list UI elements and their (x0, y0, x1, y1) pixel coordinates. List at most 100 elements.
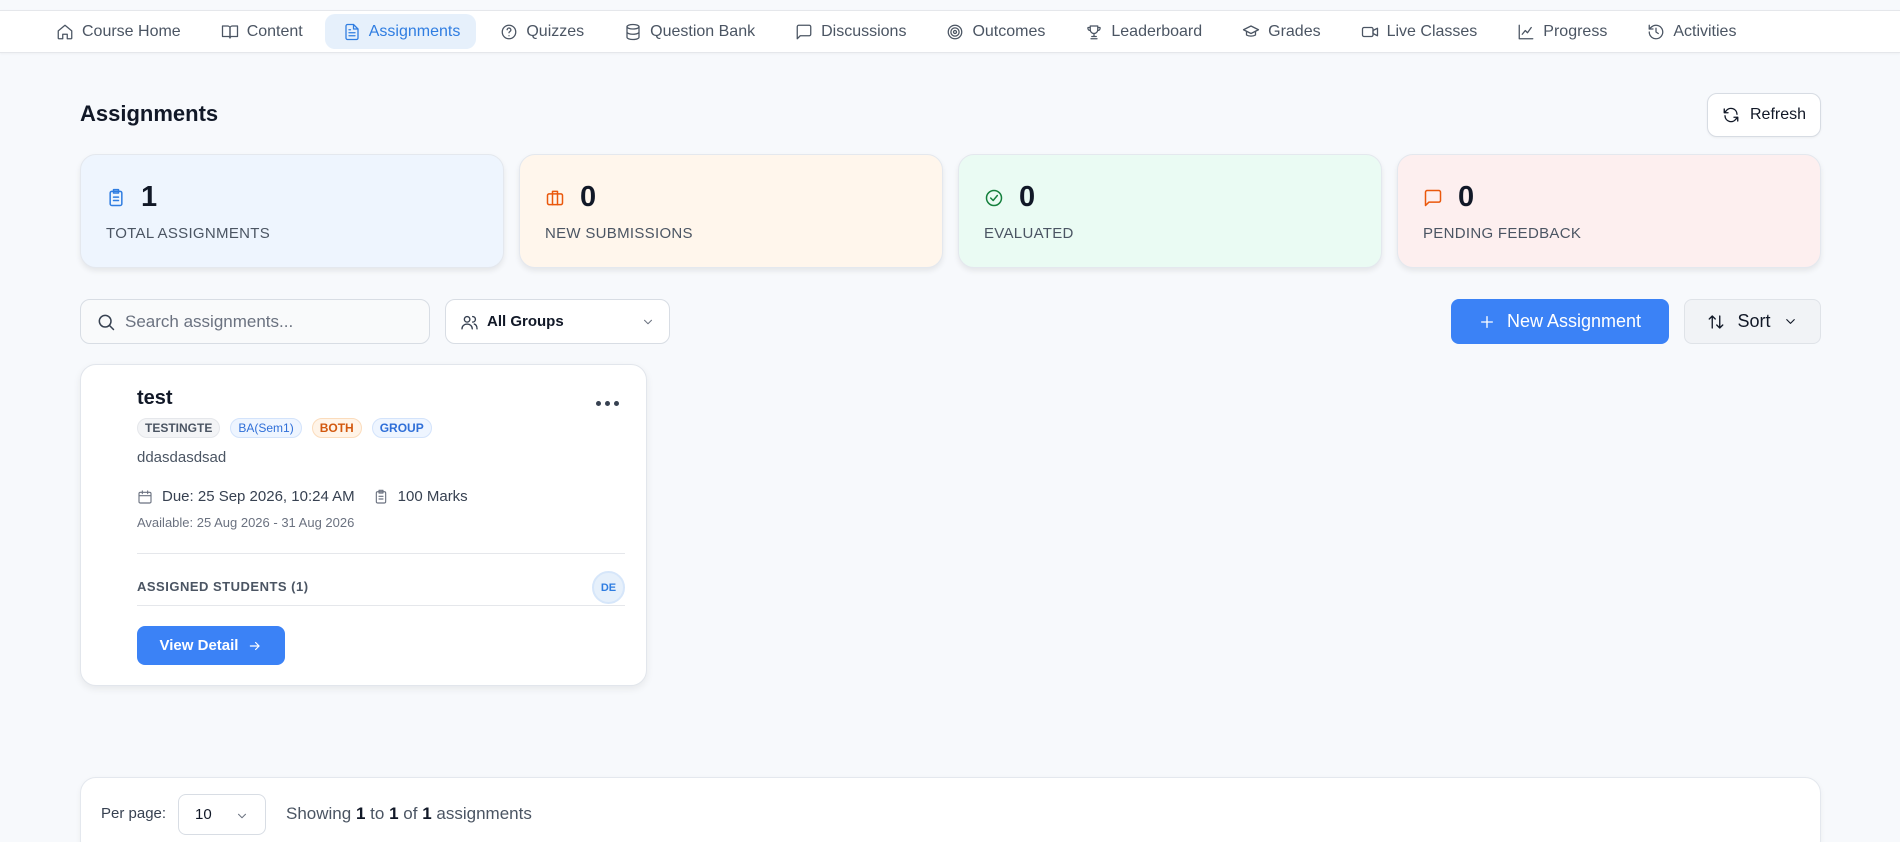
stat-card-total-assignments: 1 TOTAL ASSIGNMENTS (80, 154, 504, 268)
per-page-value: 10 (195, 806, 212, 823)
tab-live-classes[interactable]: Live Classes (1343, 14, 1494, 49)
due-date: Due: 25 Sep 2026, 10:24 AM (162, 488, 355, 505)
stat-label: PENDING FEEDBACK (1423, 225, 1582, 242)
tab-grades[interactable]: Grades (1224, 14, 1336, 49)
history-icon (1648, 24, 1664, 39)
video-icon (1361, 26, 1378, 37)
new-assignment-button[interactable]: New Assignment (1451, 299, 1669, 344)
dot (604, 400, 610, 406)
plus-icon (1480, 315, 1493, 328)
tag-course: TESTINGTE (137, 418, 221, 438)
showing-prefix: Showing (286, 804, 352, 823)
tab-outcomes[interactable]: Outcomes (928, 14, 1061, 49)
stat-label: NEW SUBMISSIONS (545, 225, 693, 242)
target-icon (948, 24, 963, 39)
tab-label: Live Classes (1386, 22, 1478, 40)
stat-card-new-submissions: 0 NEW SUBMISSIONS (519, 154, 943, 268)
tab-label: Discussions (821, 22, 907, 40)
tab-label: Quizzes (526, 22, 585, 40)
stat-value: 0 (1019, 181, 1036, 213)
group-filter-value: All Groups (487, 313, 564, 330)
arrow-right-icon (250, 641, 261, 650)
tab-assignments[interactable]: Assignments (324, 14, 477, 49)
stat-value: 0 (580, 181, 597, 213)
clipboard-icon (375, 489, 386, 504)
stat-value: 0 (1458, 181, 1475, 213)
help-circle-icon (501, 24, 517, 39)
divider (137, 553, 625, 554)
showing-to: 1 (389, 804, 399, 823)
refresh-label: Refresh (1749, 106, 1807, 123)
refresh-button[interactable]: Refresh (1707, 93, 1821, 137)
tag-program: BA(Sem1) (230, 418, 302, 438)
group-filter-select[interactable]: All Groups (445, 299, 670, 344)
course-tabs: Course Home Content Assignments Quizzes … (38, 14, 1752, 49)
tab-content[interactable]: Content (203, 14, 319, 49)
stat-value: 1 (141, 181, 158, 213)
view-detail-label: View Detail (159, 637, 239, 654)
assignment-title: test (137, 387, 173, 409)
clipboard-list-icon (106, 188, 126, 208)
book-icon (221, 24, 238, 39)
stat-label: EVALUATED (984, 225, 1074, 242)
tab-quizzes[interactable]: Quizzes (482, 14, 600, 49)
search-icon (98, 314, 115, 331)
per-page-select[interactable]: 10 (178, 794, 266, 835)
availability: Available: 25 Aug 2026 - 31 Aug 2026 (137, 515, 355, 530)
page-title: Assignments (80, 101, 219, 126)
chevron-down-icon (1785, 319, 1795, 324)
stat-card-pending-feedback: 0 PENDING FEEDBACK (1397, 154, 1821, 268)
sort-arrows-icon (1709, 314, 1724, 329)
users-icon (461, 315, 478, 330)
new-assignment-label: New Assignment (1506, 311, 1642, 331)
showing-summary: Showing 1 to 1 of 1 assignments (286, 804, 532, 824)
tab-label: Activities (1673, 22, 1737, 40)
search-box (80, 299, 430, 344)
per-page-label: Per page: (101, 805, 167, 822)
divider (137, 605, 625, 606)
tab-activities[interactable]: Activities (1629, 14, 1752, 49)
tab-label: Leaderboard (1111, 22, 1203, 40)
file-text-icon (345, 23, 359, 40)
marks: 100 Marks (397, 488, 468, 505)
check-circle-icon (984, 188, 1004, 208)
database-icon (626, 23, 640, 40)
showing-to-word: to (370, 804, 385, 823)
view-detail-button[interactable]: View Detail (137, 626, 285, 665)
message-square-icon (796, 24, 812, 39)
stat-card-evaluated: 0 EVALUATED (958, 154, 1382, 268)
tab-leaderboard[interactable]: Leaderboard (1067, 14, 1218, 49)
pagination-footer: Per page: 10 Showing 1 to 1 of 1 assignm… (80, 777, 1821, 842)
chevron-down-icon (643, 319, 653, 325)
tab-label: Course Home (82, 22, 181, 40)
sort-button[interactable]: Sort (1684, 299, 1821, 344)
search-input[interactable] (125, 300, 415, 343)
message-square-icon (1423, 188, 1443, 208)
trophy-icon (1087, 24, 1102, 39)
tab-label: Content (246, 22, 303, 40)
tab-label: Question Bank (650, 22, 756, 40)
more-options-button[interactable] (595, 395, 619, 411)
assigned-students-label: ASSIGNED STUDENTS (1) (137, 579, 309, 594)
course-nav-bar: Course Home Content Assignments Quizzes … (0, 10, 1900, 53)
showing-total: 1 (422, 804, 432, 823)
showing-from: 1 (355, 804, 366, 823)
assignment-card: test TESTINGTE BA(Sem1) BOTH GROUP ddasd… (80, 364, 647, 686)
tab-question-bank[interactable]: Question Bank (606, 14, 771, 49)
graduation-cap-icon (1242, 24, 1260, 37)
tag-mode: BOTH (311, 418, 362, 438)
tab-progress[interactable]: Progress (1499, 14, 1623, 49)
assignment-meta: Due: 25 Sep 2026, 10:24 AM 100 Marks (137, 488, 468, 505)
dot (613, 400, 619, 406)
home-icon (57, 24, 73, 39)
line-chart-icon (1518, 24, 1534, 39)
briefcase-icon (545, 188, 565, 208)
showing-of-word: of (403, 804, 418, 823)
tab-course-home[interactable]: Course Home (38, 14, 197, 49)
tab-discussions[interactable]: Discussions (777, 14, 922, 49)
assignment-tags: TESTINGTE BA(Sem1) BOTH GROUP (137, 418, 432, 438)
tab-label: Outcomes (972, 22, 1046, 40)
sort-label: Sort (1737, 311, 1771, 331)
student-avatar[interactable]: DE (592, 571, 625, 604)
showing-suffix: assignments (436, 804, 532, 823)
